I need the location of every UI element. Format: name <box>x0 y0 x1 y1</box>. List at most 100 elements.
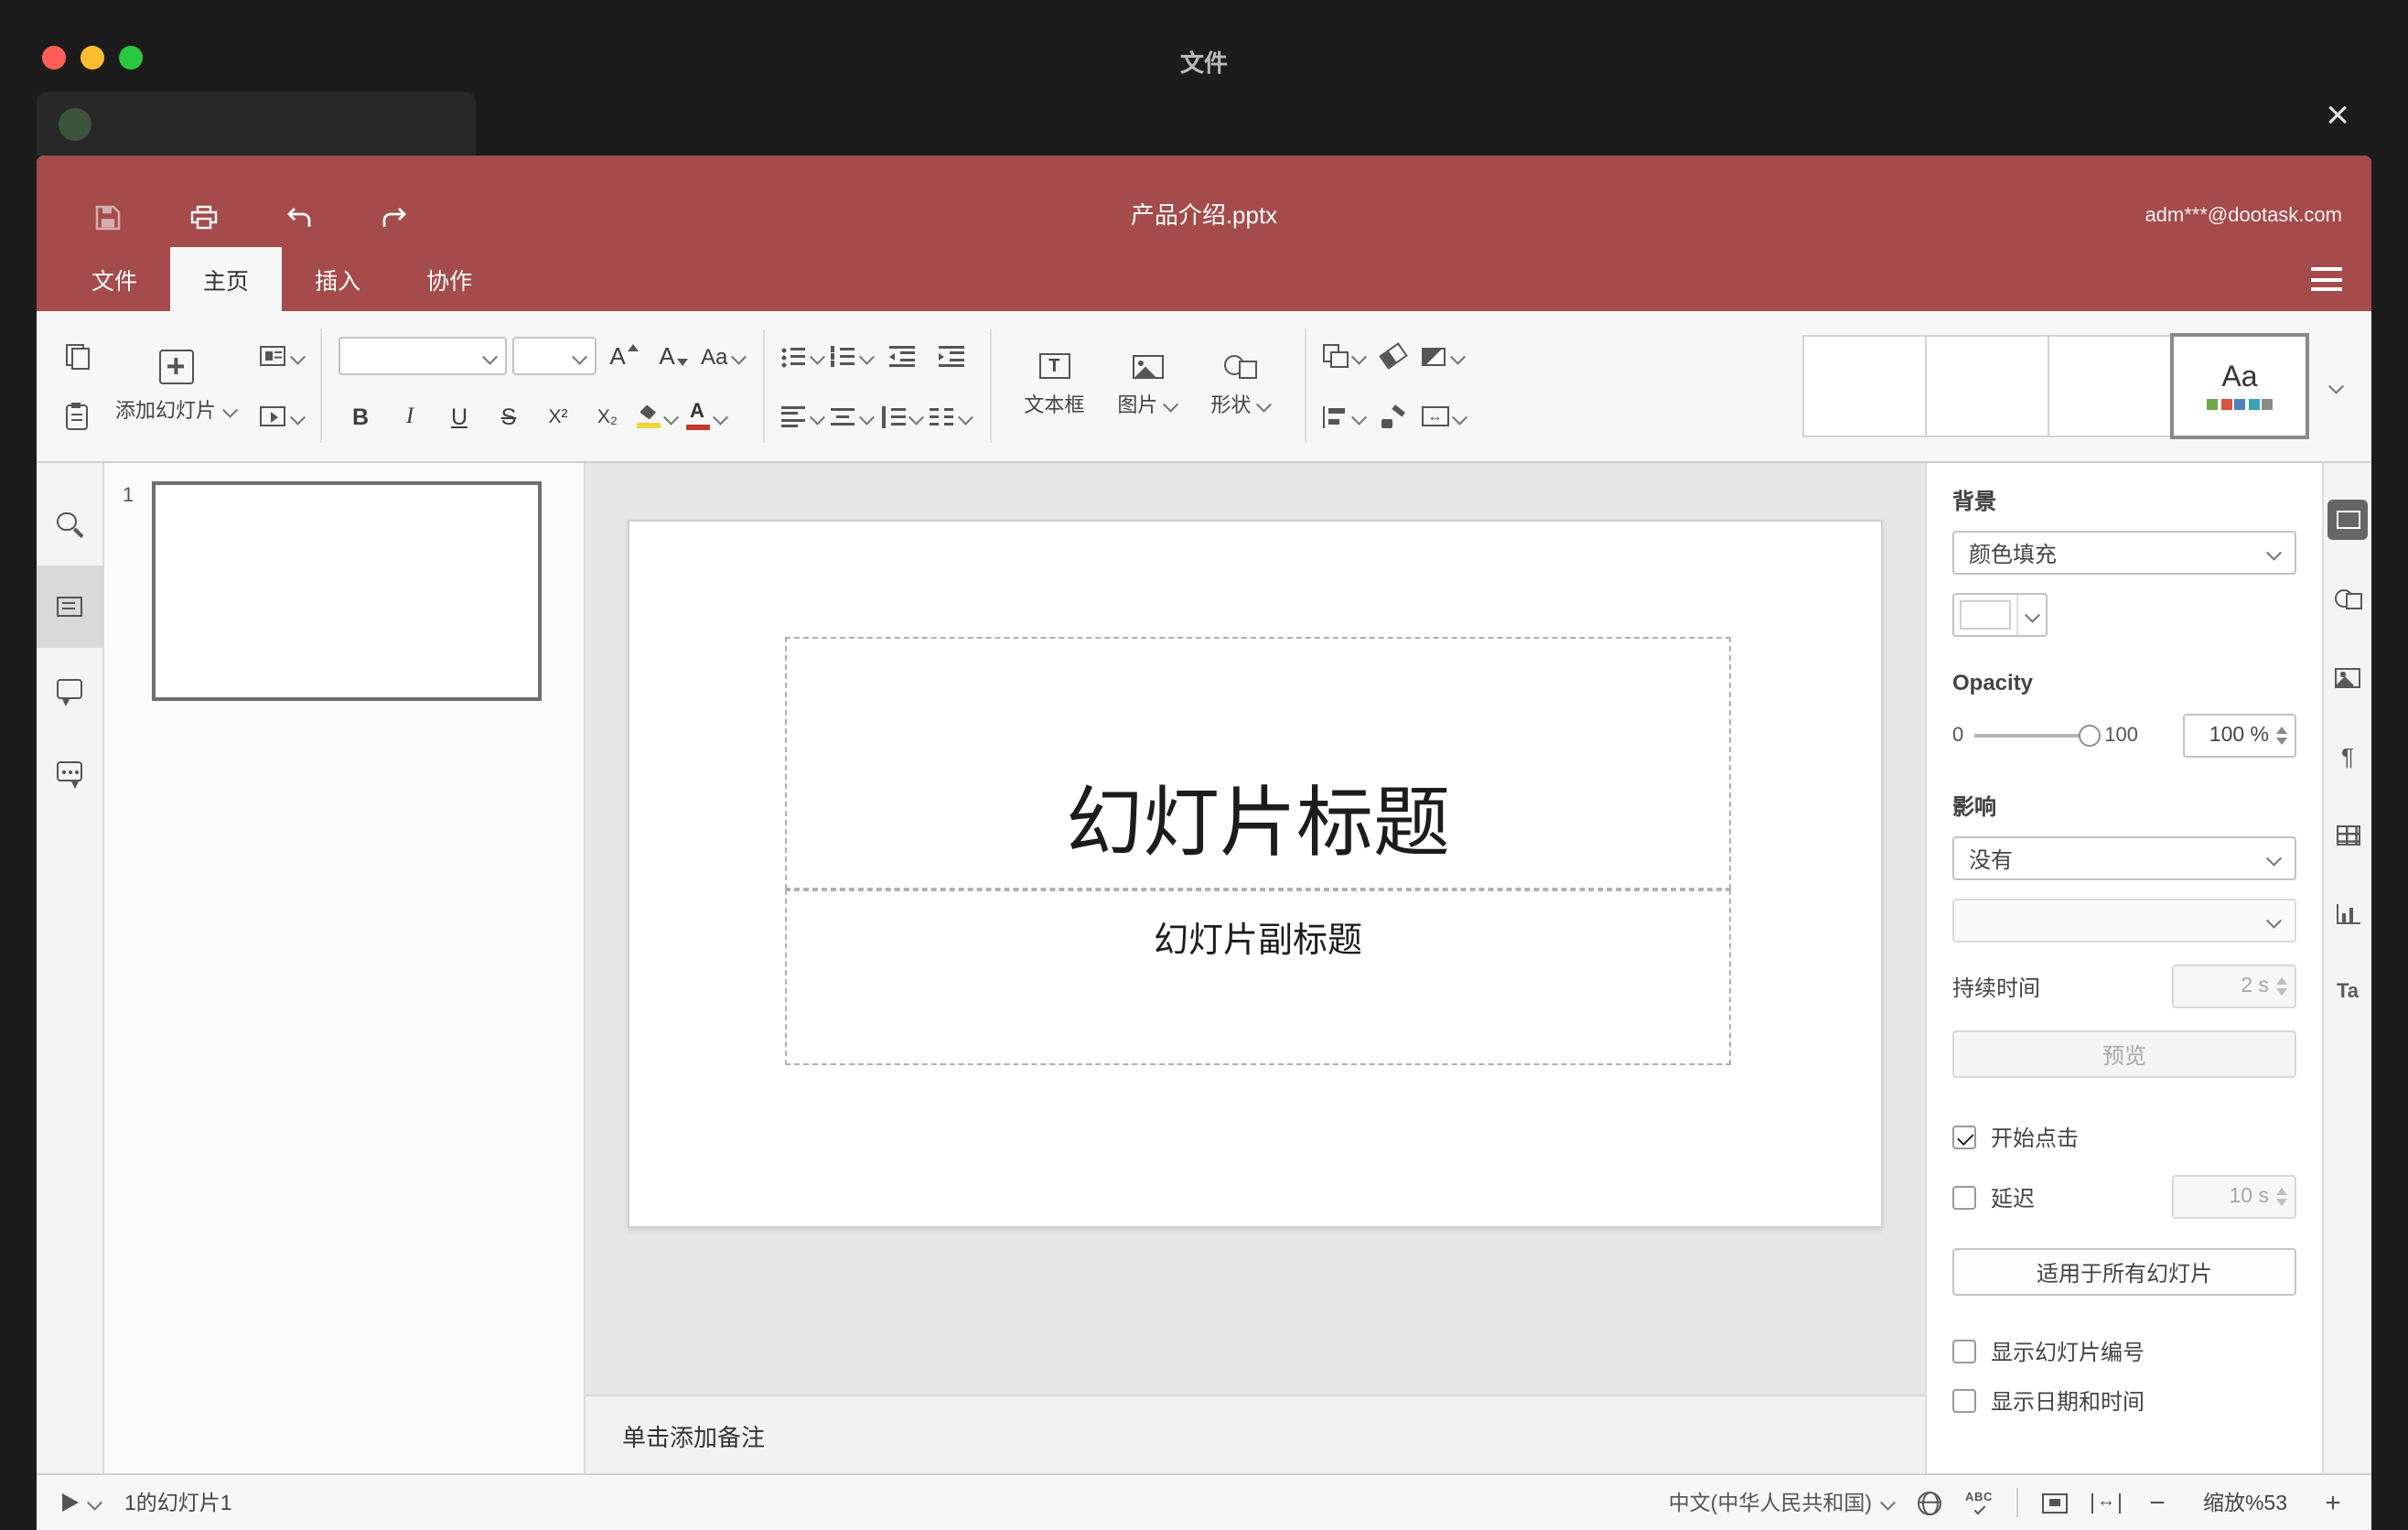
chart-settings-icon <box>2336 903 2360 923</box>
color-scheme-button[interactable] <box>1421 334 1465 378</box>
menu-tab-bar: 文件 主页 插入 协作 <box>37 247 2371 311</box>
spinner-arrows[interactable] <box>2276 1187 2287 1207</box>
slide-counter: 1的幻灯片1 <box>124 1493 232 1515</box>
start-slideshow-statusbar-button[interactable] <box>62 1493 101 1512</box>
effect-select[interactable]: 没有 <box>1952 836 2296 880</box>
zoom-in-button[interactable]: + <box>2320 1489 2346 1516</box>
insert-image-button[interactable]: 图片 <box>1101 320 1194 452</box>
decrease-font-button[interactable]: A <box>651 334 695 378</box>
bullets-button[interactable] <box>780 334 824 378</box>
sidebar-comments-button[interactable] <box>37 648 103 730</box>
arrange-shapes-button[interactable] <box>1322 334 1366 378</box>
editing-area: 幻灯片标题 幻灯片副标题 单击添加备注 <box>586 463 1925 1473</box>
hamburger-menu-icon[interactable] <box>2311 267 2342 291</box>
chart-settings-tab[interactable] <box>2327 893 2368 933</box>
slide-settings-tab[interactable] <box>2327 500 2368 540</box>
duration-input[interactable]: 2 s <box>2172 964 2296 1008</box>
columns-button[interactable] <box>929 394 973 438</box>
line-spacing-button[interactable] <box>879 394 923 438</box>
tab-insert[interactable]: 插入 <box>282 247 393 311</box>
font-size-combobox[interactable] <box>512 337 597 375</box>
tab-collaborate[interactable]: 协作 <box>393 247 505 311</box>
slide-layout-button[interactable] <box>260 334 304 378</box>
slide[interactable]: 幻灯片标题 幻灯片副标题 <box>628 520 1883 1228</box>
close-overlay-icon[interactable]: × <box>2326 92 2349 139</box>
tab-home[interactable]: 主页 <box>170 247 283 311</box>
italic-button[interactable]: I <box>388 394 432 438</box>
slide-title-placeholder[interactable]: 幻灯片标题 <box>785 637 1731 889</box>
opacity-slider-knob[interactable] <box>2079 725 2102 747</box>
sidebar-chat-button[interactable] <box>37 730 103 813</box>
strikethrough-button[interactable]: S <box>487 394 531 438</box>
table-settings-tab[interactable] <box>2327 814 2368 855</box>
fit-slide-button[interactable] <box>2042 1492 2068 1513</box>
sidebar-slides-button[interactable] <box>37 566 103 648</box>
clear-style-button[interactable] <box>1371 334 1415 378</box>
spinner-arrows[interactable] <box>2276 976 2287 997</box>
align-shapes-button[interactable] <box>1322 394 1366 438</box>
horizontal-align-button[interactable] <box>780 394 824 438</box>
spellcheck-button[interactable]: ABC <box>1965 1492 1993 1515</box>
subscript-button[interactable]: X₂ <box>586 394 629 438</box>
font-name-combobox[interactable] <box>339 337 507 375</box>
apply-to-all-button[interactable]: 适用于所有幻灯片 <box>1952 1248 2296 1296</box>
theme-option[interactable] <box>1925 335 2049 437</box>
increase-font-button[interactable]: A <box>602 334 646 378</box>
preview-button[interactable]: 预览 <box>1952 1030 2296 1078</box>
vertical-align-button[interactable] <box>830 394 874 438</box>
highlight-color-button[interactable] <box>635 394 679 438</box>
chevron-down-icon <box>481 349 496 363</box>
opacity-input[interactable]: 100 % <box>2183 714 2296 758</box>
language-selector[interactable]: 中文(中华人民共和国) <box>1669 1488 1894 1517</box>
theme-option[interactable] <box>1802 335 1927 437</box>
font-color-button[interactable]: A <box>684 394 728 438</box>
copy-button[interactable] <box>55 334 99 378</box>
notes-area[interactable]: 单击添加备注 <box>586 1395 1925 1473</box>
decrease-indent-button[interactable] <box>879 334 923 378</box>
theme-gallery-expand-button[interactable] <box>2317 333 2353 439</box>
theme-option-selected[interactable]: Aa <box>2170 333 2309 439</box>
align-shapes-icon <box>1323 405 1347 427</box>
background-color-picker[interactable] <box>1952 593 2048 637</box>
effect-value: 没有 <box>1969 846 2014 872</box>
opacity-slider[interactable] <box>1974 723 2102 749</box>
theme-option[interactable] <box>2048 335 2172 437</box>
add-slide-button[interactable]: 添加幻灯片 <box>99 320 253 452</box>
slide-subtitle-placeholder[interactable]: 幻灯片副标题 <box>785 889 1731 1065</box>
arrange-shapes-icon <box>1322 344 1349 368</box>
toolbar-divider <box>1304 329 1306 443</box>
bold-button[interactable]: B <box>339 394 382 438</box>
image-settings-tab[interactable] <box>2327 657 2368 697</box>
delay-input[interactable]: 10 s <box>2172 1175 2296 1219</box>
slides-icon <box>57 597 82 617</box>
fit-width-button[interactable]: ↔ <box>2091 1492 2121 1513</box>
show-slide-number-checkbox[interactable] <box>1952 1340 1976 1363</box>
tab-file[interactable]: 文件 <box>59 247 170 311</box>
sidebar-search-button[interactable] <box>37 483 103 566</box>
document-language-button[interactable] <box>1918 1491 1942 1514</box>
copy-style-button[interactable] <box>1371 394 1415 438</box>
zoom-out-button[interactable]: − <box>2145 1489 2170 1516</box>
slide-thumbnail[interactable] <box>152 481 542 701</box>
underline-button[interactable]: U <box>437 394 481 438</box>
textart-settings-tab[interactable]: Ta <box>2327 972 2368 1012</box>
superscript-button[interactable]: X² <box>536 394 580 438</box>
background-fill-select[interactable]: 颜色填充 <box>1952 531 2296 575</box>
insert-shape-button[interactable]: 形状 <box>1194 320 1287 452</box>
paste-button[interactable] <box>55 394 99 438</box>
show-date-time-checkbox[interactable] <box>1952 1389 1976 1413</box>
spinner-arrows[interactable] <box>2276 726 2287 746</box>
slide-canvas[interactable]: 幻灯片标题 幻灯片副标题 <box>586 463 1925 1395</box>
change-case-button[interactable]: Aa <box>701 334 746 378</box>
slide-size-button[interactable]: ↔ <box>1421 394 1467 438</box>
effect-type-select[interactable] <box>1952 899 2296 943</box>
delay-checkbox[interactable] <box>1952 1185 1976 1209</box>
insert-textbox-button[interactable]: T 文本框 <box>1007 320 1101 452</box>
increase-indent-button[interactable] <box>929 334 973 378</box>
start-slideshow-button[interactable] <box>260 394 304 438</box>
shape-settings-tab[interactable] <box>2327 578 2368 619</box>
numbering-button[interactable] <box>830 334 874 378</box>
start-on-click-checkbox[interactable] <box>1952 1126 1976 1149</box>
slide-size-icon: ↔ <box>1421 406 1449 426</box>
paragraph-settings-tab[interactable]: ¶ <box>2327 736 2368 776</box>
